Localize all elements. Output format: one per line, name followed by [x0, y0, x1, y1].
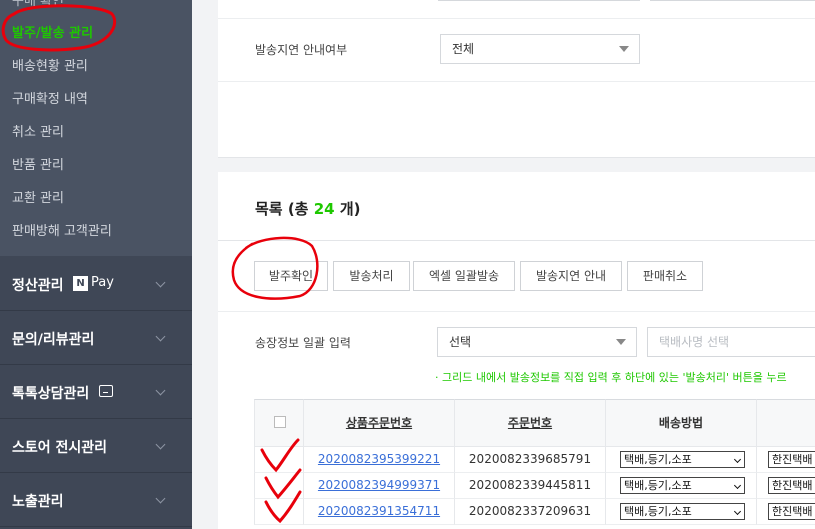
- chevron-down-icon: [733, 481, 742, 490]
- shipping-method-cell: 택배,등기,소포: [606, 499, 757, 525]
- ship-process-button[interactable]: 발송처리: [333, 261, 410, 291]
- cancel-sale-button[interactable]: 판매취소: [627, 261, 703, 291]
- select-all-checkbox[interactable]: [274, 416, 286, 428]
- shipping-method-value: 택배,등기,소포: [624, 505, 692, 518]
- select-all-header: [254, 399, 304, 447]
- product-order-link[interactable]: 2020082394999371: [318, 478, 440, 492]
- sidebar-group-store-display[interactable]: 스토어 전시관리: [0, 419, 192, 473]
- sidebar-group-label: 스토어 전시관리: [12, 440, 108, 456]
- header-order-no[interactable]: 주문번호: [455, 399, 606, 447]
- row-select-cell[interactable]: [254, 473, 304, 499]
- order-no-cell: 2020082339445811: [455, 473, 606, 499]
- npay-logo-icon: N: [73, 276, 88, 291]
- sidebar-group-label: 톡톡상담관리: [12, 386, 90, 402]
- courier-cell: 한진택배: [757, 447, 815, 473]
- shipping-method-select[interactable]: 택배,등기,소포: [620, 451, 745, 468]
- sidebar-group-label: 정산관리: [12, 278, 64, 294]
- courier-row-select[interactable]: 한진택배: [768, 477, 815, 494]
- product-order-cell[interactable]: 2020082394999371: [304, 473, 455, 499]
- sidebar-item-order-shipping[interactable]: 발주/발송 관리: [12, 22, 93, 41]
- delay-notice-select[interactable]: 전체: [440, 34, 640, 64]
- sidebar-item-cancel[interactable]: 취소 관리: [12, 121, 64, 140]
- courier-cell: 한진택배: [757, 473, 815, 499]
- courier-row-value: 한진택배: [772, 453, 813, 466]
- caret-down-icon: [619, 46, 629, 52]
- chevron-down-icon: [155, 385, 166, 396]
- confirm-order-button[interactable]: 발주확인: [254, 261, 328, 291]
- filter-field-edge: [438, 0, 640, 1]
- bulk-invoice-value: 선택: [449, 335, 472, 349]
- courier-select[interactable]: 택배사명 선택: [647, 327, 815, 357]
- header-label: 상품주문번호: [345, 416, 413, 430]
- sidebar: 구매 확인 발주/발송 관리 배송현황 관리 구매확정 내역 취소 관리 반품 …: [0, 0, 192, 529]
- sidebar-group-label: 문의/리뷰관리: [12, 332, 95, 348]
- shipping-method-select[interactable]: 택배,등기,소포: [620, 477, 745, 494]
- shipping-method-value: 택배,등기,소포: [624, 479, 692, 492]
- courier-row-value: 한진택배: [772, 479, 813, 492]
- sidebar-group-label: 노출관리: [12, 494, 64, 510]
- sidebar-item-return[interactable]: 반품 관리: [12, 154, 64, 173]
- chat-icon: [99, 385, 113, 397]
- chevron-down-icon: [155, 439, 166, 450]
- header-product-order-no[interactable]: 상품주문번호: [304, 399, 455, 447]
- divider: [218, 311, 815, 312]
- shipping-method-cell: 택배,등기,소포: [606, 473, 757, 499]
- sidebar-group-exposure[interactable]: 노출관리: [0, 473, 192, 527]
- sidebar-item-purchase-confirm[interactable]: 구매확정 내역: [12, 88, 88, 107]
- order-submenu: 구매 확인 발주/발송 관리 배송현황 관리 구매확정 내역 취소 관리 반품 …: [0, 0, 192, 256]
- courier-cell: 한진택배: [757, 499, 815, 525]
- divider: [218, 81, 815, 82]
- product-order-link[interactable]: 2020082395399221: [318, 452, 440, 466]
- chevron-down-icon: [155, 277, 166, 288]
- order-no-cell: 2020082337209631: [455, 499, 606, 525]
- header-courier: [757, 399, 815, 447]
- header-label: 배송방법: [658, 416, 704, 430]
- sidebar-item-partial[interactable]: 구매 확인: [12, 0, 64, 9]
- chevron-down-icon: [733, 507, 742, 516]
- caret-down-icon: [616, 339, 626, 345]
- courier-row-select[interactable]: 한진택배: [768, 451, 815, 468]
- list-title: 목록 (총 24 개): [255, 198, 360, 219]
- filter-field-edge: [650, 0, 815, 1]
- row-select-cell[interactable]: [254, 447, 304, 473]
- sidebar-group-inquiry-review[interactable]: 문의/리뷰관리: [0, 311, 192, 365]
- chevron-down-icon: [733, 455, 742, 464]
- delay-notice-label: 발송지연 안내여부: [255, 43, 348, 57]
- sidebar-item-delivery-status[interactable]: 배송현황 관리: [12, 55, 88, 74]
- product-order-cell[interactable]: 2020082395399221: [304, 447, 455, 473]
- sidebar-group-settlement[interactable]: 정산관리 N Pay: [0, 257, 192, 311]
- divider: [218, 240, 815, 241]
- shipping-method-cell: 택배,등기,소포: [606, 447, 757, 473]
- bulk-invoice-label: 송장정보 일괄 입력: [255, 336, 351, 350]
- product-order-cell[interactable]: 2020082391354711: [304, 499, 455, 525]
- npay-label: Pay: [91, 275, 114, 290]
- delay-notice-value: 전체: [452, 42, 475, 56]
- sidebar-item-exchange[interactable]: 교환 관리: [12, 187, 64, 206]
- chevron-down-icon: [155, 331, 166, 342]
- list-title-suffix: 개): [339, 200, 361, 218]
- header-shipping-method: 배송방법: [606, 399, 757, 447]
- order-no-cell: 2020082339685791: [455, 447, 606, 473]
- list-panel: 목록 (총 24 개) 발주확인 발송처리 엑셀 일괄발송 발송지연 안내 판매…: [218, 172, 815, 529]
- row-select-cell[interactable]: [254, 499, 304, 525]
- bulk-invoice-select[interactable]: 선택: [437, 327, 637, 357]
- courier-placeholder: 택배사명 선택: [659, 335, 730, 349]
- list-count: 24: [313, 200, 335, 218]
- shipping-method-select[interactable]: 택배,등기,소포: [620, 503, 745, 520]
- sidebar-item-blocked-customers[interactable]: 판매방해 고객관리: [12, 220, 112, 239]
- shipping-delay-notice-button[interactable]: 발송지연 안내: [520, 261, 622, 291]
- sidebar-group-talktalk[interactable]: 톡톡상담관리: [0, 365, 192, 419]
- grid-notice: · 그리드 내에서 발송정보를 직접 입력 후 하단에 있는 '발송처리' 버튼…: [435, 371, 787, 384]
- chevron-down-icon: [155, 493, 166, 504]
- filter-panel: 발송지연 안내여부 전체: [218, 0, 815, 158]
- excel-bulk-ship-button[interactable]: 엑셀 일괄발송: [413, 261, 515, 291]
- divider: [218, 18, 815, 19]
- shipping-method-value: 택배,등기,소포: [624, 453, 692, 466]
- courier-row-value: 한진택배: [772, 505, 813, 518]
- header-label: 주문번호: [507, 416, 553, 430]
- product-order-link[interactable]: 2020082391354711: [318, 504, 440, 518]
- courier-row-select[interactable]: 한진택배: [768, 503, 815, 520]
- list-title-prefix: 목록 (총: [255, 200, 309, 218]
